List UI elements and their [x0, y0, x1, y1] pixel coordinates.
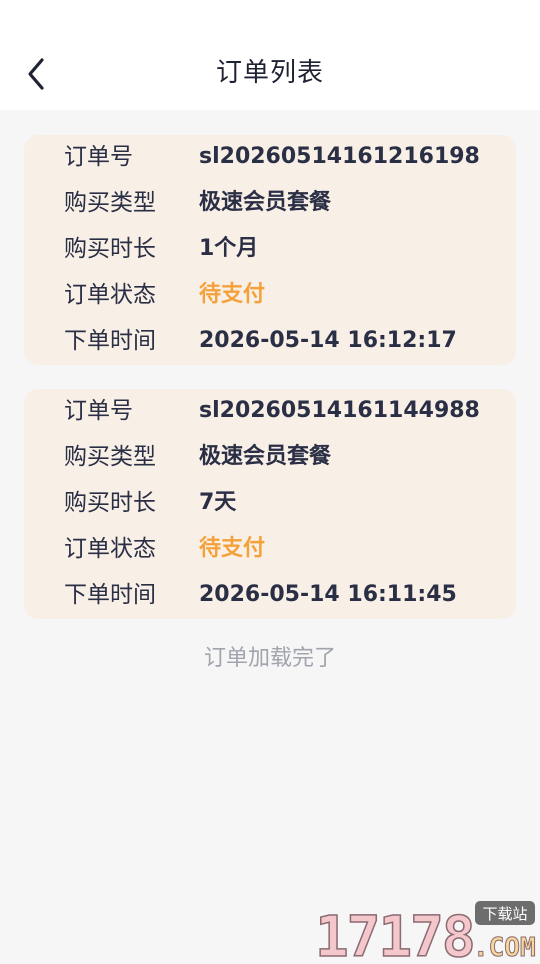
list-end-note: 订单加载完了	[203, 646, 336, 671]
order-status-label: 订单状态	[64, 282, 156, 308]
purchase-duration-value: 7天	[199, 490, 237, 515]
order-number-label: 订单号	[64, 398, 133, 424]
order-status-label: 订单状态	[64, 536, 156, 562]
purchase-duration-row: 购买时长 1个月	[64, 231, 514, 267]
order-number-value: sl20260514161216198	[199, 144, 480, 169]
order-number-label: 订单号	[64, 144, 133, 170]
purchase-duration-value: 1个月	[199, 236, 259, 261]
watermark-brand: 17178	[315, 905, 474, 960]
watermark-suffix: .COM	[473, 933, 536, 960]
order-time-label: 下单时间	[64, 328, 156, 354]
header-bar: 订单列表	[0, 0, 540, 110]
order-status-value: 待支付	[199, 536, 266, 561]
purchase-duration-label: 购买时长	[64, 490, 156, 516]
order-time-value: 2026-05-14 16:12:17	[199, 328, 457, 353]
purchase-type-label: 购买类型	[64, 444, 156, 470]
order-time-row: 下单时间 2026-05-14 16:12:17	[64, 323, 514, 359]
order-card[interactable]: 订单号 sl20260514161216198 购买类型 极速会员套餐 购买时长…	[24, 135, 516, 365]
order-status-value: 待支付	[199, 282, 266, 307]
purchase-type-label: 购买类型	[64, 190, 156, 216]
order-number-row: 订单号 sl20260514161144988	[64, 393, 514, 429]
purchase-type-row: 购买类型 极速会员套餐	[64, 439, 514, 475]
order-status-row: 订单状态 待支付	[64, 531, 514, 567]
order-time-label: 下单时间	[64, 582, 156, 608]
purchase-type-row: 购买类型 极速会员套餐	[64, 185, 514, 221]
order-number-value: sl20260514161144988	[199, 398, 480, 423]
purchase-duration-label: 购买时长	[64, 236, 156, 262]
purchase-duration-row: 购买时长 7天	[64, 485, 514, 521]
watermark-logo: 17178 .COM 下载站	[314, 898, 540, 964]
order-number-row: 订单号 sl20260514161216198	[64, 139, 514, 175]
purchase-type-value: 极速会员套餐	[199, 444, 332, 469]
watermark-tag: 下载站	[482, 905, 527, 923]
order-card[interactable]: 订单号 sl20260514161144988 购买类型 极速会员套餐 购买时长…	[24, 389, 516, 619]
page-title: 订单列表	[215, 58, 324, 88]
order-time-row: 下单时间 2026-05-14 16:11:45	[64, 577, 514, 613]
order-status-row: 订单状态 待支付	[64, 277, 514, 313]
order-time-value: 2026-05-14 16:11:45	[199, 582, 457, 607]
purchase-type-value: 极速会员套餐	[199, 190, 332, 215]
